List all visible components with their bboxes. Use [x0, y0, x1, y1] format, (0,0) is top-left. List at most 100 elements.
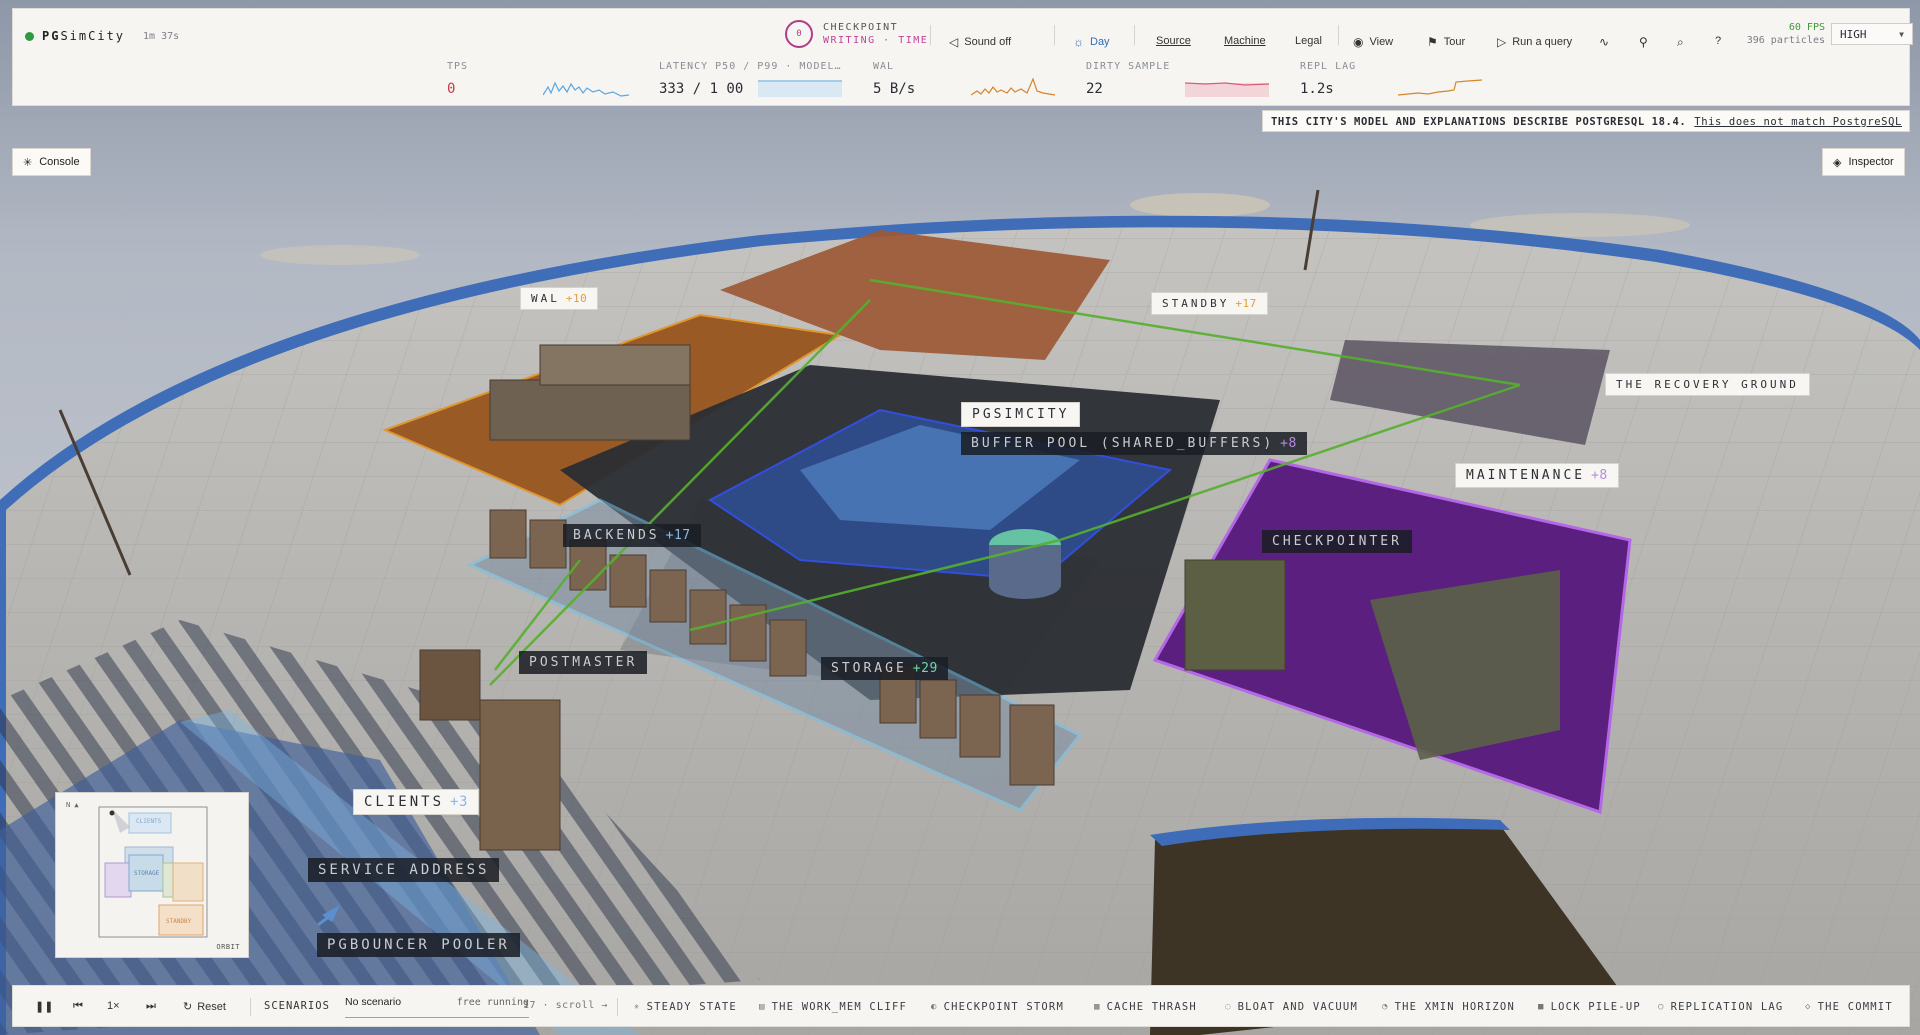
- search-button[interactable]: ⌕: [1677, 35, 1684, 50]
- lock-icon: ■: [1538, 1002, 1545, 1012]
- run-query-label: Run a query: [1512, 36, 1573, 48]
- uptime: 1m 37s: [143, 30, 180, 42]
- district-label-maintenance[interactable]: MAINTENANCE +8: [1455, 463, 1619, 488]
- pause-button[interactable]: ❚❚: [35, 1000, 53, 1013]
- reset-label: Reset: [197, 1000, 226, 1013]
- minimap-standby-label: STANDBY: [166, 918, 192, 925]
- scenario-mode: free running: [456, 997, 529, 1008]
- legal-link[interactable]: Legal: [1295, 35, 1322, 47]
- console-button[interactable]: ✳ Console: [12, 148, 91, 176]
- reset-button[interactable]: ↻ Reset: [183, 1000, 226, 1014]
- scenario-select[interactable]: No scenario free running: [345, 994, 529, 1018]
- checkpoint-status: WRITING · TIME: [823, 35, 929, 46]
- latency-sparkline: [758, 80, 842, 97]
- inspector-button[interactable]: ◈ Inspector: [1822, 148, 1905, 176]
- app-title: PGSimCity: [42, 29, 126, 43]
- district-label-pgbouncer[interactable]: PGBOUNCER POOLER: [317, 933, 520, 957]
- day-label: Day: [1090, 36, 1110, 48]
- scenarios-label: SCENARIOS: [264, 1000, 330, 1012]
- scroll-hint: 17 · scroll →: [523, 1000, 608, 1011]
- city-scene[interactable]: [0, 0, 1920, 1035]
- scenario-lock-pile-up[interactable]: ■ LOCK PILE-UP: [1538, 1001, 1641, 1013]
- minimap-storage-label: STORAGE: [134, 870, 160, 877]
- checkpoint-count: 0: [785, 20, 813, 48]
- source-link[interactable]: Source: [1156, 35, 1191, 47]
- activity-button[interactable]: ∿: [1599, 35, 1609, 49]
- district-label-storage[interactable]: STORAGE +29: [821, 657, 948, 680]
- divider: [1134, 25, 1135, 45]
- wal-sparkline: [971, 77, 1055, 96]
- checkpoint-indicator[interactable]: 0 CHECKPOINT WRITING · TIME: [785, 20, 928, 48]
- district-label-recovery-ground[interactable]: THE RECOVERY GROUND: [1605, 373, 1810, 396]
- help-button[interactable]: ?: [1715, 35, 1721, 47]
- notice-link[interactable]: This does not match PostgreSQL: [1694, 116, 1902, 128]
- camera-mode: ORBIT: [216, 943, 240, 951]
- district-label-buffer-pool[interactable]: BUFFER POOL (SHARED_BUFFERS) +8: [961, 432, 1307, 455]
- run-query-button[interactable]: ▷ Run a query: [1497, 35, 1572, 49]
- metric-repl-lag: REPL LAG 1.2s: [1300, 61, 1356, 97]
- memory-icon: ▤: [759, 1002, 766, 1012]
- dotted-circle-icon: ◌: [1225, 1002, 1232, 1012]
- console-label: Console: [39, 156, 80, 168]
- scenario-work-mem-cliff[interactable]: ▤ THE WORK_MEM CLIFF: [759, 1001, 907, 1013]
- minimap[interactable]: N ▲ CLIENTS STORAGE STANDBY ORBIT: [55, 792, 249, 958]
- reset-icon: ↻: [183, 1001, 193, 1013]
- chevron-down-icon: ▼: [1899, 29, 1904, 39]
- district-label-postmaster[interactable]: POSTMASTER: [519, 651, 648, 674]
- district-label-wal[interactable]: WAL +10: [520, 287, 599, 310]
- grid-icon: ▦: [1094, 1002, 1101, 1012]
- view-button[interactable]: ◉ View: [1353, 35, 1393, 49]
- version-notice: THIS CITY'S MODEL AND EXPLANATIONS DESCR…: [1262, 110, 1910, 132]
- divider: [617, 998, 618, 1016]
- notice-text: THIS CITY'S MODEL AND EXPLANATIONS DESCR…: [1271, 116, 1687, 128]
- eye-icon: ◉: [1353, 35, 1364, 49]
- top-bar: PGSimCity 1m 37s 0 CHECKPOINT WRITING · …: [12, 8, 1913, 106]
- tour-button[interactable]: ⚑ Tour: [1427, 35, 1465, 49]
- day-night-toggle[interactable]: ☼ Day: [1073, 35, 1110, 49]
- metric-label: WAL: [873, 61, 895, 72]
- search-icon: ⌕: [1677, 35, 1684, 49]
- sparkle-icon: ✳: [634, 1002, 641, 1012]
- clock-icon: ◔: [1382, 1002, 1389, 1012]
- sun-icon: ☼: [1073, 35, 1084, 49]
- brand[interactable]: PGSimCity 1m 37s: [25, 29, 179, 43]
- step-back-button[interactable]: ⏮: [73, 1000, 83, 1013]
- diamond-icon: ◇: [1805, 1002, 1812, 1012]
- district-label-checkpointer[interactable]: CHECKPOINTER: [1262, 530, 1412, 553]
- scenario-steady-state[interactable]: ✳ STEADY STATE: [634, 1001, 737, 1013]
- speed-button[interactable]: 1×: [107, 1000, 120, 1012]
- walk-mode-button[interactable]: ⚲: [1639, 35, 1648, 49]
- scenario-xmin-horizon[interactable]: ◔ THE XMIN HORIZON: [1382, 1001, 1515, 1013]
- metric-dirty-sample: DIRTY SAMPLE 22: [1086, 61, 1170, 97]
- tps-sparkline: [543, 81, 629, 97]
- divider: [250, 998, 251, 1016]
- skip-forward-icon: ⏭: [146, 1000, 156, 1012]
- scenario-bloat-and-vacuum[interactable]: ◌ BLOAT AND VACUUM: [1225, 1001, 1358, 1013]
- live-status-dot: [25, 31, 34, 41]
- machine-link[interactable]: Machine: [1224, 35, 1266, 47]
- sound-toggle[interactable]: ◁ Sound off: [949, 35, 1011, 49]
- district-label-backends[interactable]: BACKENDS +17: [563, 524, 701, 547]
- flag-icon: ⚑: [1427, 35, 1438, 49]
- quality-value: HIGH: [1840, 27, 1867, 41]
- pulse-icon: ∿: [1599, 35, 1610, 49]
- district-label-pgsimcity[interactable]: PGSIMCITY: [961, 402, 1081, 427]
- district-label-clients[interactable]: CLIENTS +3: [353, 789, 479, 815]
- step-forward-button[interactable]: ⏭: [146, 1000, 156, 1013]
- scenario-value: No scenario: [345, 996, 402, 1008]
- metric-wal: WAL 5 B/s: [873, 61, 915, 97]
- skip-back-icon: ⏮: [73, 1000, 83, 1012]
- district-label-service-address[interactable]: SERVICE ADDRESS: [308, 858, 500, 882]
- metric-value: 5 B/s: [873, 81, 916, 97]
- scenario-the-commit[interactable]: ◇ THE COMMIT: [1805, 1001, 1893, 1013]
- scenario-cache-thrash[interactable]: ▦ CACHE THRASH: [1094, 1001, 1197, 1013]
- district-label-standby[interactable]: STANDBY +17: [1151, 292, 1268, 315]
- quality-select[interactable]: HIGH ▼: [1831, 23, 1913, 45]
- divider: [1054, 25, 1055, 45]
- metric-value: 22: [1086, 81, 1103, 97]
- person-walking-icon: ⚲: [1639, 35, 1648, 49]
- metric-value: 1.2s: [1300, 81, 1334, 97]
- scenario-checkpoint-storm[interactable]: ◐ CHECKPOINT STORM: [931, 1001, 1064, 1013]
- divider: [930, 25, 931, 45]
- scenario-replication-lag[interactable]: ○ REPLICATION LAG: [1658, 1001, 1783, 1013]
